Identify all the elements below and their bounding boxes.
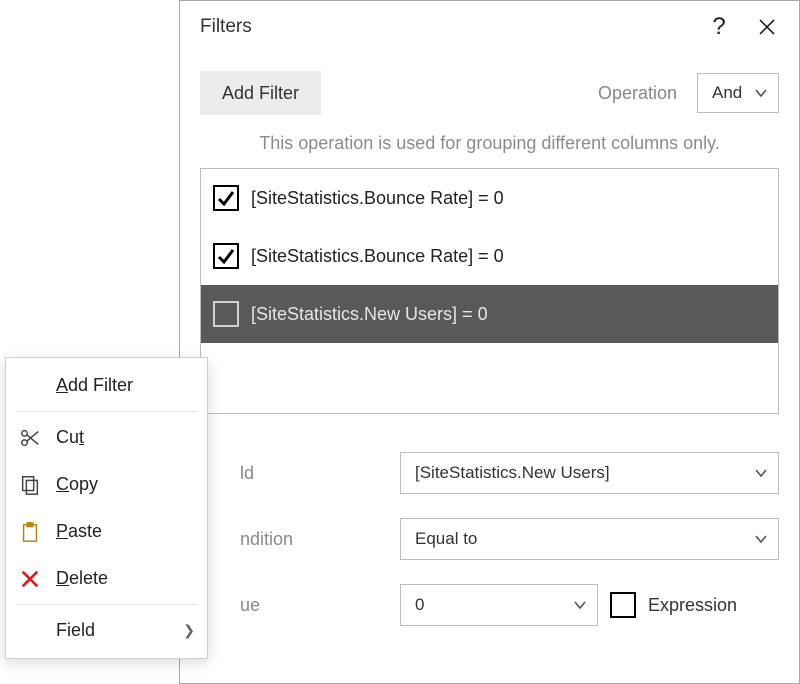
filter-list[interactable]: [SiteStatistics.Bounce Rate] = 0 [SiteSta… (200, 168, 779, 414)
filter-form: ld [SiteStatistics.New Users] ndition Eq… (200, 452, 779, 626)
menu-item-cut[interactable]: Cut (6, 414, 207, 461)
operation-select[interactable]: And (697, 73, 779, 113)
paste-icon (18, 520, 42, 544)
menu-item-label: Field (56, 620, 95, 641)
filter-row[interactable]: [SiteStatistics.Bounce Rate] = 0 (201, 227, 778, 285)
menu-item-field[interactable]: Field ❯ (6, 607, 207, 654)
filter-checkbox[interactable] (213, 301, 239, 327)
menu-separator (16, 604, 197, 605)
chevron-down-icon (754, 466, 768, 480)
chevron-down-icon (754, 86, 768, 100)
blank-icon (18, 619, 42, 643)
filter-text: [SiteStatistics.Bounce Rate] = 0 (251, 188, 504, 209)
value-value: 0 (415, 595, 424, 615)
field-select[interactable]: [SiteStatistics.New Users] (400, 452, 779, 494)
condition-select[interactable]: Equal to (400, 518, 779, 560)
menu-item-delete[interactable]: Delete (6, 555, 207, 602)
filters-dialog: Filters ? Add Filter Operation And This … (179, 0, 800, 684)
operation-label: Operation (598, 83, 677, 104)
close-button[interactable] (743, 3, 791, 51)
value-label: ue (200, 595, 400, 616)
menu-item-copy[interactable]: Copy (6, 461, 207, 508)
blank-icon (18, 374, 42, 398)
help-button[interactable]: ? (695, 3, 743, 51)
menu-item-label: Paste (56, 521, 102, 542)
menu-item-label: Add Filter (56, 375, 133, 396)
menu-item-label: Copy (56, 474, 98, 495)
menu-item-label: Delete (56, 568, 108, 589)
filter-row[interactable]: [SiteStatistics.Bounce Rate] = 0 (201, 169, 778, 227)
expression-checkbox[interactable] (610, 592, 636, 618)
value-select[interactable]: 0 (400, 584, 598, 626)
operation-value: And (712, 83, 742, 103)
close-icon (758, 18, 776, 36)
menu-separator (16, 411, 197, 412)
dialog-title: Filters (200, 16, 695, 38)
add-filter-button[interactable]: Add Filter (200, 71, 321, 115)
field-value: [SiteStatistics.New Users] (415, 463, 610, 483)
filter-checkbox[interactable] (213, 185, 239, 211)
chevron-down-icon (573, 598, 587, 612)
filter-checkbox[interactable] (213, 243, 239, 269)
menu-item-paste[interactable]: Paste (6, 508, 207, 555)
filter-text: [SiteStatistics.Bounce Rate] = 0 (251, 246, 504, 267)
filter-text: [SiteStatistics.New Users] = 0 (251, 304, 488, 325)
titlebar: Filters ? (180, 1, 799, 53)
scissors-icon (18, 426, 42, 450)
value-row: 0 Expression (400, 584, 779, 626)
expression-label: Expression (648, 595, 737, 616)
chevron-down-icon (754, 532, 768, 546)
delete-icon (18, 567, 42, 591)
field-label: ld (200, 463, 400, 484)
copy-icon (18, 473, 42, 497)
filter-row[interactable]: [SiteStatistics.New Users] = 0 (201, 285, 778, 343)
condition-label: ndition (200, 529, 400, 550)
menu-item-label: Cut (56, 427, 84, 448)
context-menu: Add Filter Cut Copy Paste Delete Field ❯ (5, 357, 208, 659)
menu-item-add-filter[interactable]: Add Filter (6, 362, 207, 409)
toolbar-row: Add Filter Operation And (180, 53, 799, 115)
operation-hint: This operation is used for grouping diff… (180, 133, 799, 154)
condition-value: Equal to (415, 529, 477, 549)
chevron-right-icon: ❯ (183, 622, 195, 639)
